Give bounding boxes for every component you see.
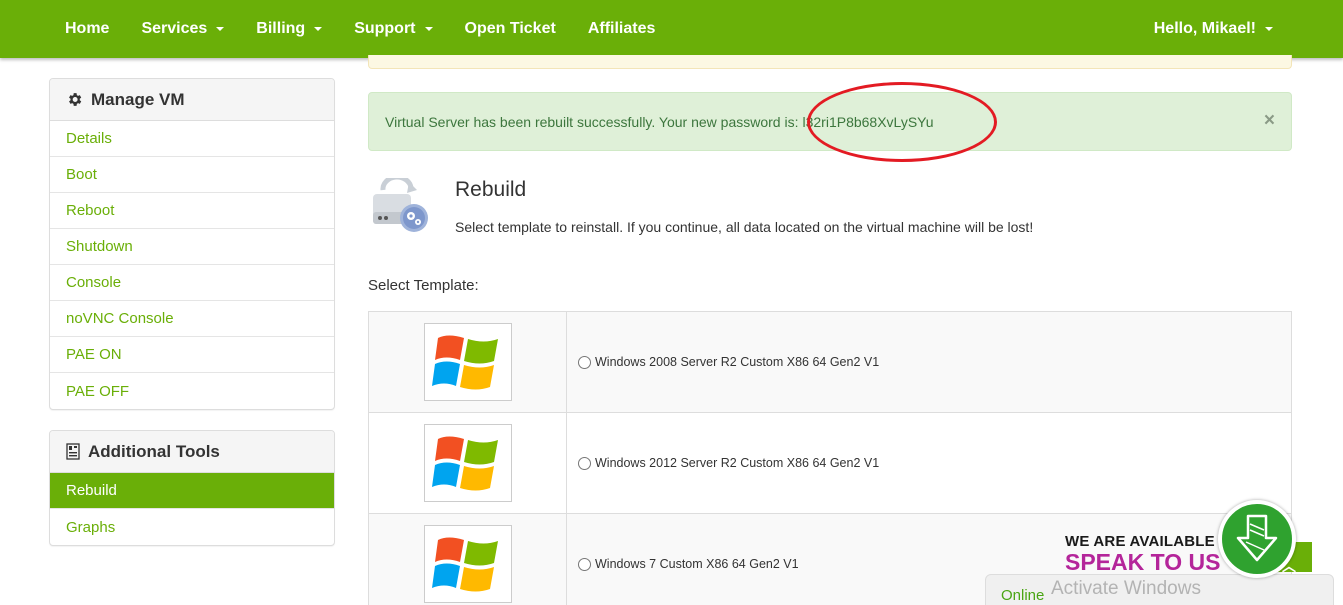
additional-tools-header: Additional Tools (50, 431, 334, 473)
nav-open-ticket[interactable]: Open Ticket (449, 0, 572, 58)
template-radio[interactable] (578, 557, 591, 571)
sidebar-item-rebuild[interactable]: Rebuild (50, 473, 334, 509)
nav-services[interactable]: Services (125, 0, 240, 58)
rebuild-icon (371, 174, 431, 236)
template-radio[interactable] (578, 355, 591, 369)
sidebar-item-boot[interactable]: Boot (50, 157, 334, 193)
tools-icon (66, 443, 80, 460)
activate-windows-watermark: Activate Windows (1051, 578, 1201, 599)
nav-billing[interactable]: Billing (240, 0, 338, 58)
caret-down-icon (1265, 27, 1273, 31)
caret-down-icon (424, 27, 433, 31)
gear-icon (66, 91, 83, 108)
template-name: Windows 7 Custom X86 64 Gen2 V1 (595, 557, 799, 571)
sidebar-item-console[interactable]: Console (50, 265, 334, 301)
sidebar-item-pae-off[interactable]: PAE OFF (50, 373, 334, 409)
main-nav: Home Services Billing Support Open Ticke… (49, 0, 671, 58)
close-icon[interactable]: × (1264, 111, 1275, 130)
windows-logo-icon (423, 424, 512, 502)
success-alert: Virtual Server has been rebuilt successf… (368, 92, 1292, 151)
select-template-label: Select Template: (368, 277, 479, 294)
manage-vm-panel: Manage VM Details Boot Reboot Shutdown C… (49, 78, 335, 410)
caret-down-icon (314, 27, 323, 31)
chat-arrow-icon[interactable] (1218, 500, 1296, 578)
caret-down-icon (216, 27, 225, 31)
rebuild-description: Select template to reinstall. If you con… (455, 219, 1034, 235)
windows-logo-icon (423, 323, 512, 401)
sidebar-item-graphs[interactable]: Graphs (50, 509, 334, 545)
new-password: l32ri1P8b68XvLySYu (802, 113, 934, 130)
template-radio[interactable] (578, 456, 591, 470)
table-row[interactable]: Windows 2008 Server R2 Custom X86 64 Gen… (369, 312, 1291, 413)
sidebar-item-shutdown[interactable]: Shutdown (50, 229, 334, 265)
page-title: Rebuild (455, 178, 527, 201)
nav-home[interactable]: Home (49, 0, 125, 58)
chat-available-text: WE ARE AVAILABLE (1065, 533, 1215, 550)
windows-logo-icon (423, 525, 512, 603)
template-name: Windows 2008 Server R2 Custom X86 64 Gen… (595, 355, 880, 369)
alert-warning-strip (368, 55, 1292, 69)
user-menu[interactable]: Hello, Mikael! (1138, 0, 1289, 58)
table-row[interactable]: Windows 2012 Server R2 Custom X86 64 Gen… (369, 413, 1291, 514)
user-greeting[interactable]: Hello, Mikael! (1138, 0, 1289, 58)
nav-affiliates[interactable]: Affiliates (572, 0, 672, 58)
chat-status: Online (1001, 587, 1045, 604)
sidebar-item-details[interactable]: Details (50, 121, 334, 157)
additional-tools-panel: Additional Tools Rebuild Graphs (49, 430, 335, 546)
sidebar-item-novnc-console[interactable]: noVNC Console (50, 301, 334, 337)
nav-support[interactable]: Support (338, 0, 448, 58)
sidebar-item-reboot[interactable]: Reboot (50, 193, 334, 229)
manage-vm-header: Manage VM (50, 79, 334, 121)
chat-speak-text[interactable]: SPEAK TO US (1065, 549, 1221, 576)
sidebar-item-pae-on[interactable]: PAE ON (50, 337, 334, 373)
top-navbar: Home Services Billing Support Open Ticke… (0, 0, 1343, 58)
template-name: Windows 2012 Server R2 Custom X86 64 Gen… (595, 456, 880, 470)
alert-message: Virtual Server has been rebuilt successf… (385, 113, 799, 130)
